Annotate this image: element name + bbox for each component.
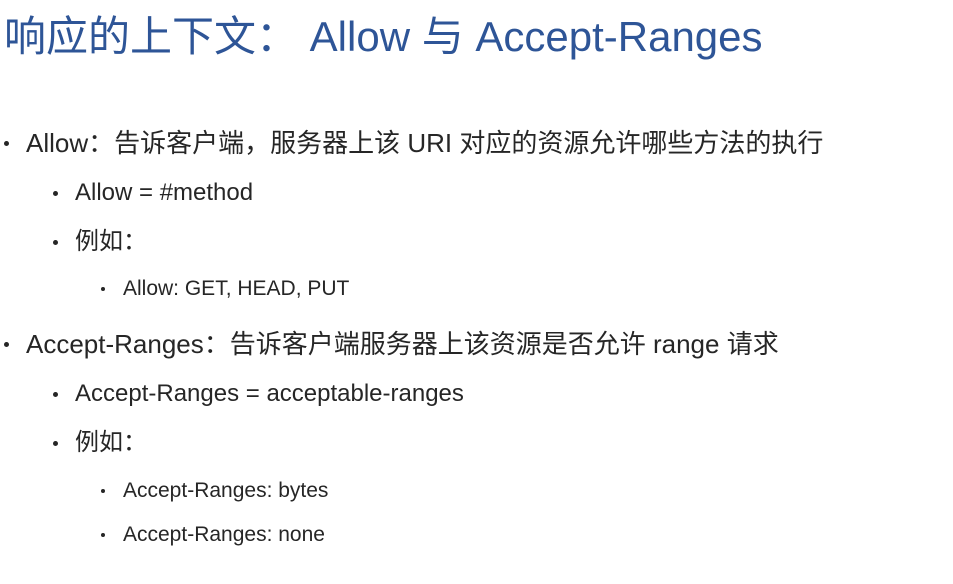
bullet-dot-icon <box>101 287 105 291</box>
slide: 响应的上下文： Allow 与 Accept-Ranges Allow：告诉客户… <box>0 0 953 584</box>
bullet-accept-ranges-syntax: Accept-Ranges = acceptable-ranges <box>53 378 464 410</box>
bullet-dot-icon <box>53 190 58 196</box>
bullet-allow-syntax-text: Allow = #method <box>75 179 254 206</box>
bullet-accept-ranges: Accept-Ranges：告诉客户端服务器上该资源是否允许 range 请求 <box>4 327 779 361</box>
bullet-dot-icon <box>101 533 105 537</box>
bullet-dot-icon <box>53 440 58 446</box>
bullet-accept-ranges-example-none-text: Accept-Ranges: none <box>123 523 325 546</box>
bullet-dot-icon <box>101 489 105 493</box>
bullet-allow-example: Allow: GET, HEAD, PUT <box>101 275 349 303</box>
bullet-accept-ranges-example-bytes-text: Accept-Ranges: bytes <box>123 479 329 502</box>
bullet-allow: Allow：告诉客户端，服务器上该 URI 对应的资源允许哪些方法的执行 <box>4 126 823 160</box>
bullet-dot-icon <box>4 140 9 146</box>
bullet-dot-icon <box>4 341 9 347</box>
bullet-allow-text: Allow：告诉客户端，服务器上该 URI 对应的资源允许哪些方法的执行 <box>26 128 824 158</box>
bullet-accept-ranges-syntax-text: Accept-Ranges = acceptable-ranges <box>75 380 464 407</box>
slide-title: 响应的上下文： Allow 与 Accept-Ranges <box>4 13 763 60</box>
bullet-accept-ranges-example-label-text: 例如： <box>75 429 147 456</box>
bullet-accept-ranges-example-bytes: Accept-Ranges: bytes <box>101 477 328 505</box>
bullet-accept-ranges-example-label: 例如： <box>53 427 147 459</box>
bullet-accept-ranges-text: Accept-Ranges：告诉客户端服务器上该资源是否允许 range 请求 <box>26 329 779 359</box>
bullet-allow-example-text: Allow: GET, HEAD, PUT <box>123 277 350 300</box>
bullet-dot-icon <box>53 239 58 245</box>
bullet-allow-example-label-text: 例如： <box>75 228 147 255</box>
bullet-allow-example-label: 例如： <box>53 226 147 258</box>
bullet-dot-icon <box>53 391 58 397</box>
bullet-accept-ranges-example-none: Accept-Ranges: none <box>101 521 325 549</box>
bullet-allow-syntax: Allow = #method <box>53 177 253 209</box>
